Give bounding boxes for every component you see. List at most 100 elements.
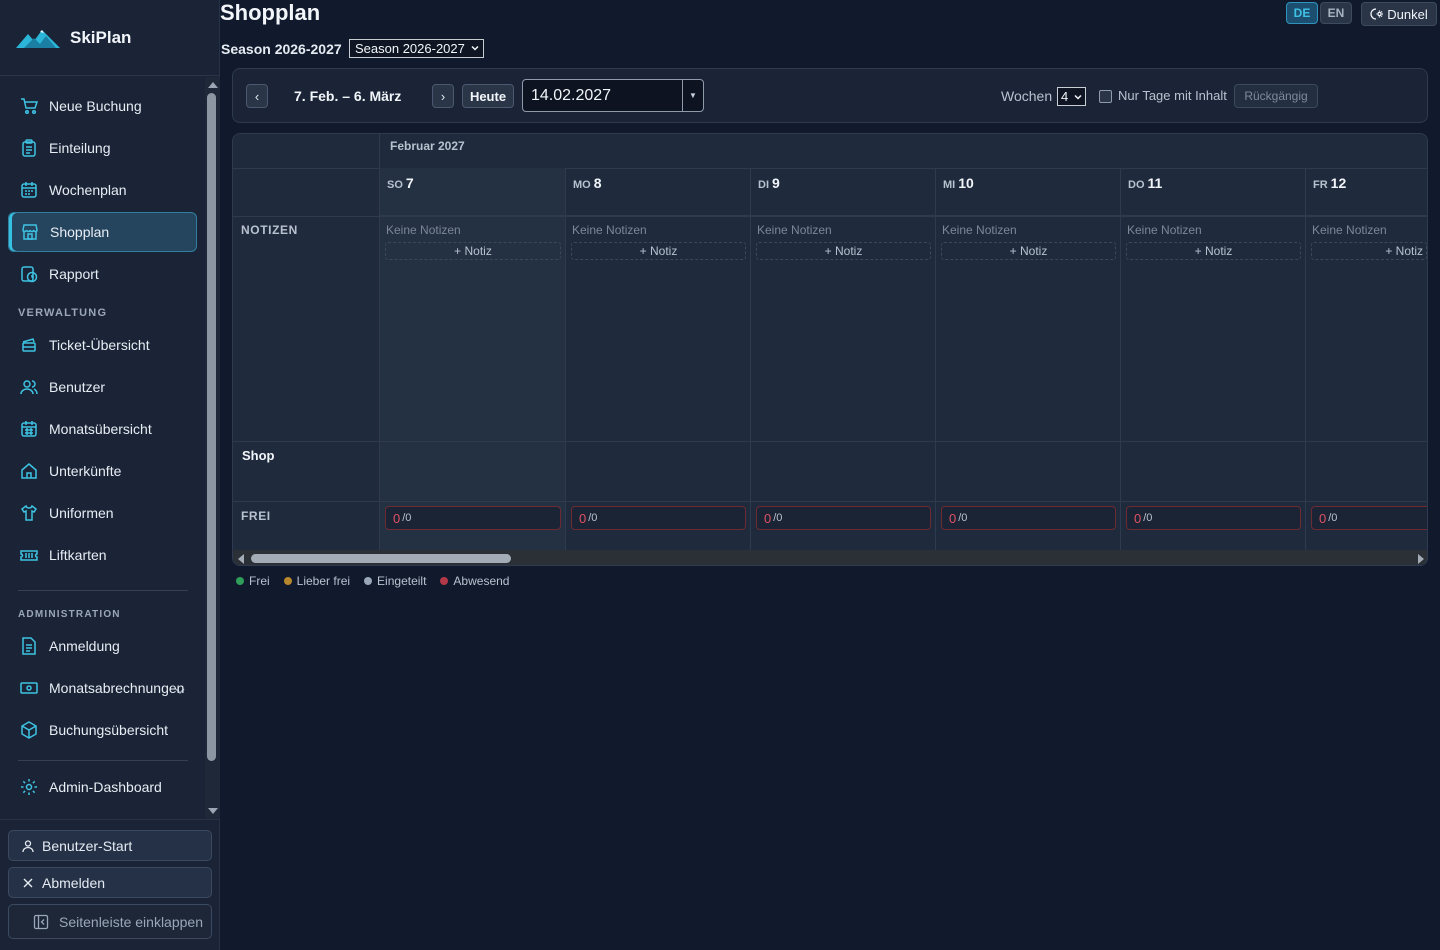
dropdown-arrow-icon[interactable]: ▼ bbox=[682, 80, 703, 111]
date-input[interactable] bbox=[523, 80, 683, 111]
shirt-icon bbox=[20, 504, 38, 522]
free-total: /0 bbox=[402, 512, 412, 524]
date-picker[interactable]: ▼ bbox=[522, 79, 704, 112]
weeks-select[interactable]: 4 bbox=[1057, 87, 1086, 106]
legend-label: Abwesend bbox=[453, 574, 510, 588]
scroll-thumb[interactable] bbox=[251, 554, 511, 563]
lang-de-button[interactable]: DE bbox=[1286, 2, 1318, 24]
sidebar-item-label: Unterkünfte bbox=[49, 463, 122, 479]
legend-item: Frei bbox=[236, 574, 270, 588]
day-number: 11 bbox=[1147, 175, 1163, 191]
add-note-button[interactable]: + Notiz bbox=[385, 242, 561, 260]
scroll-up-arrow-icon[interactable] bbox=[208, 82, 218, 88]
legend-dot-icon bbox=[283, 577, 292, 585]
sidebar-item-anmeldung[interactable]: Anmeldung bbox=[8, 626, 197, 666]
free-count-box[interactable]: 0/0 bbox=[1311, 506, 1427, 530]
store-icon bbox=[21, 223, 39, 241]
day-header: MO 8 bbox=[566, 168, 750, 216]
add-note-button[interactable]: + Notiz bbox=[1126, 242, 1301, 260]
scroll-down-arrow-icon[interactable] bbox=[208, 808, 218, 814]
season-select-value: Season 2026-2027 bbox=[355, 41, 465, 56]
day-header: SO 7 bbox=[380, 168, 565, 216]
sidebar-item-label: Einteilung bbox=[49, 140, 111, 156]
free-count: 0 bbox=[1319, 510, 1327, 526]
theme-toggle-button[interactable]: Dunkel bbox=[1361, 2, 1437, 26]
day-column: MO 8 Keine Notizen + Notiz 0/0 bbox=[566, 168, 751, 550]
document-icon bbox=[20, 637, 38, 655]
sidebar-scrollbar[interactable] bbox=[205, 77, 220, 819]
card-ticket-icon bbox=[20, 546, 38, 564]
sidebar-item-benutzer[interactable]: Benutzer bbox=[8, 367, 197, 407]
cart-icon bbox=[20, 97, 38, 115]
free-count-box[interactable]: 0/0 bbox=[1126, 506, 1301, 530]
calendar-horizontal-scrollbar[interactable] bbox=[233, 550, 1427, 565]
sidebar-item-shopplan[interactable]: Shopplan bbox=[8, 212, 197, 252]
scroll-right-arrow-icon[interactable] bbox=[1418, 554, 1424, 564]
sidebar-item-uniformen[interactable]: Uniformen bbox=[8, 493, 197, 533]
sidebar-item-label: Benutzer bbox=[49, 379, 106, 395]
lang-en-button[interactable]: EN bbox=[1320, 2, 1352, 24]
free-count-box[interactable]: 0/0 bbox=[756, 506, 931, 530]
free-count-box[interactable]: 0/0 bbox=[571, 506, 746, 530]
day-number: 8 bbox=[593, 175, 602, 191]
sidebar-bottom: Benutzer-Start Abmelden Seitenleiste ein… bbox=[0, 819, 220, 950]
sidebar-divider bbox=[18, 760, 188, 761]
day-number: 9 bbox=[772, 175, 780, 191]
undo-button[interactable]: Rückgängig bbox=[1234, 84, 1318, 108]
section-label-verwaltung: VERWALTUNG bbox=[18, 307, 108, 319]
sidebar-item-rapport[interactable]: Rapport bbox=[8, 254, 197, 294]
free-count-box[interactable]: 0/0 bbox=[385, 506, 561, 530]
collapse-sidebar-label: Seitenleiste einklappen bbox=[59, 913, 203, 930]
sidebar-item-monatsuebersicht[interactable]: Monatsübersicht bbox=[8, 409, 197, 449]
free-count-box[interactable]: 0/0 bbox=[941, 506, 1116, 530]
mountain-logo-icon bbox=[16, 29, 60, 48]
free-count: 0 bbox=[579, 510, 587, 526]
add-note-button[interactable]: + Notiz bbox=[941, 242, 1116, 260]
calendar-grid-icon bbox=[20, 420, 38, 438]
day-dow: MI bbox=[943, 179, 956, 191]
sidebar-item-monatsabrechnungen[interactable]: Monatsabrechnungen bbox=[8, 668, 197, 708]
free-count: 0 bbox=[764, 510, 772, 526]
logout-button[interactable]: Abmelden bbox=[8, 867, 212, 898]
sidebar-item-ticket-uebersicht[interactable]: Ticket-Übersicht bbox=[8, 325, 197, 365]
row-divider bbox=[233, 216, 1427, 217]
sidebar-item-label: Ticket-Übersicht bbox=[49, 337, 150, 353]
status-legend: Frei Lieber frei Eingeteilt Abwesend bbox=[236, 574, 523, 588]
next-period-button[interactable]: › bbox=[432, 84, 454, 108]
season-label: Season 2026-2027 bbox=[221, 41, 342, 57]
sidebar-item-liftkarten[interactable]: Liftkarten bbox=[8, 535, 197, 575]
brand[interactable]: SkiPlan bbox=[0, 0, 219, 76]
user-start-button[interactable]: Benutzer-Start bbox=[8, 830, 212, 861]
season-select[interactable]: Season 2026-2027 bbox=[349, 39, 484, 58]
today-button[interactable]: Heute bbox=[462, 84, 514, 108]
user-icon bbox=[21, 839, 35, 853]
day-column: MI 10 Keine Notizen + Notiz 0/0 bbox=[936, 168, 1121, 550]
only-content-checkbox[interactable] bbox=[1099, 90, 1112, 103]
sidebar-item-wochenplan[interactable]: Wochenplan bbox=[8, 170, 197, 210]
legend-label: Eingeteilt bbox=[377, 574, 427, 588]
sidebar-item-neue-buchung[interactable]: Neue Buchung bbox=[8, 86, 197, 126]
legend-item: Eingeteilt bbox=[364, 574, 426, 588]
logout-label: Abmelden bbox=[42, 874, 106, 891]
add-note-button[interactable]: + Notiz bbox=[571, 242, 746, 260]
calendar-icon bbox=[20, 181, 38, 199]
sidebar-item-admin-dashboard[interactable]: Admin-Dashboard bbox=[8, 767, 197, 807]
sidebar-item-buchungsuebersicht[interactable]: Buchungsübersicht bbox=[8, 710, 197, 750]
only-content-label[interactable]: Nur Tage mit Inhalt bbox=[1118, 88, 1227, 103]
sidebar-item-label: Liftkarten bbox=[49, 547, 107, 563]
legend-label: Frei bbox=[249, 574, 270, 588]
add-note-button[interactable]: + Notiz bbox=[756, 242, 931, 260]
sidebar-item-einteilung[interactable]: Einteilung bbox=[8, 128, 197, 168]
collapse-sidebar-button[interactable]: Seitenleiste einklappen bbox=[8, 904, 212, 939]
day-number: 12 bbox=[1330, 175, 1347, 191]
add-note-button[interactable]: + Notiz bbox=[1311, 242, 1427, 260]
day-header: DO 11 bbox=[1121, 168, 1305, 216]
row-label-free: FREI bbox=[241, 509, 271, 523]
scroll-thumb[interactable] bbox=[207, 93, 216, 761]
free-count: 0 bbox=[949, 510, 957, 526]
day-column: FR 12 Keine Notizen + Notiz 0/0 bbox=[1306, 168, 1427, 550]
scroll-left-arrow-icon[interactable] bbox=[238, 554, 244, 564]
shop-calendar: Februar 2027 SO 7 Keine Notizen + Notiz 0… bbox=[232, 133, 1428, 566]
prev-period-button[interactable]: ‹ bbox=[246, 84, 268, 108]
sidebar-item-unterkuenfte[interactable]: Unterkünfte bbox=[8, 451, 197, 491]
